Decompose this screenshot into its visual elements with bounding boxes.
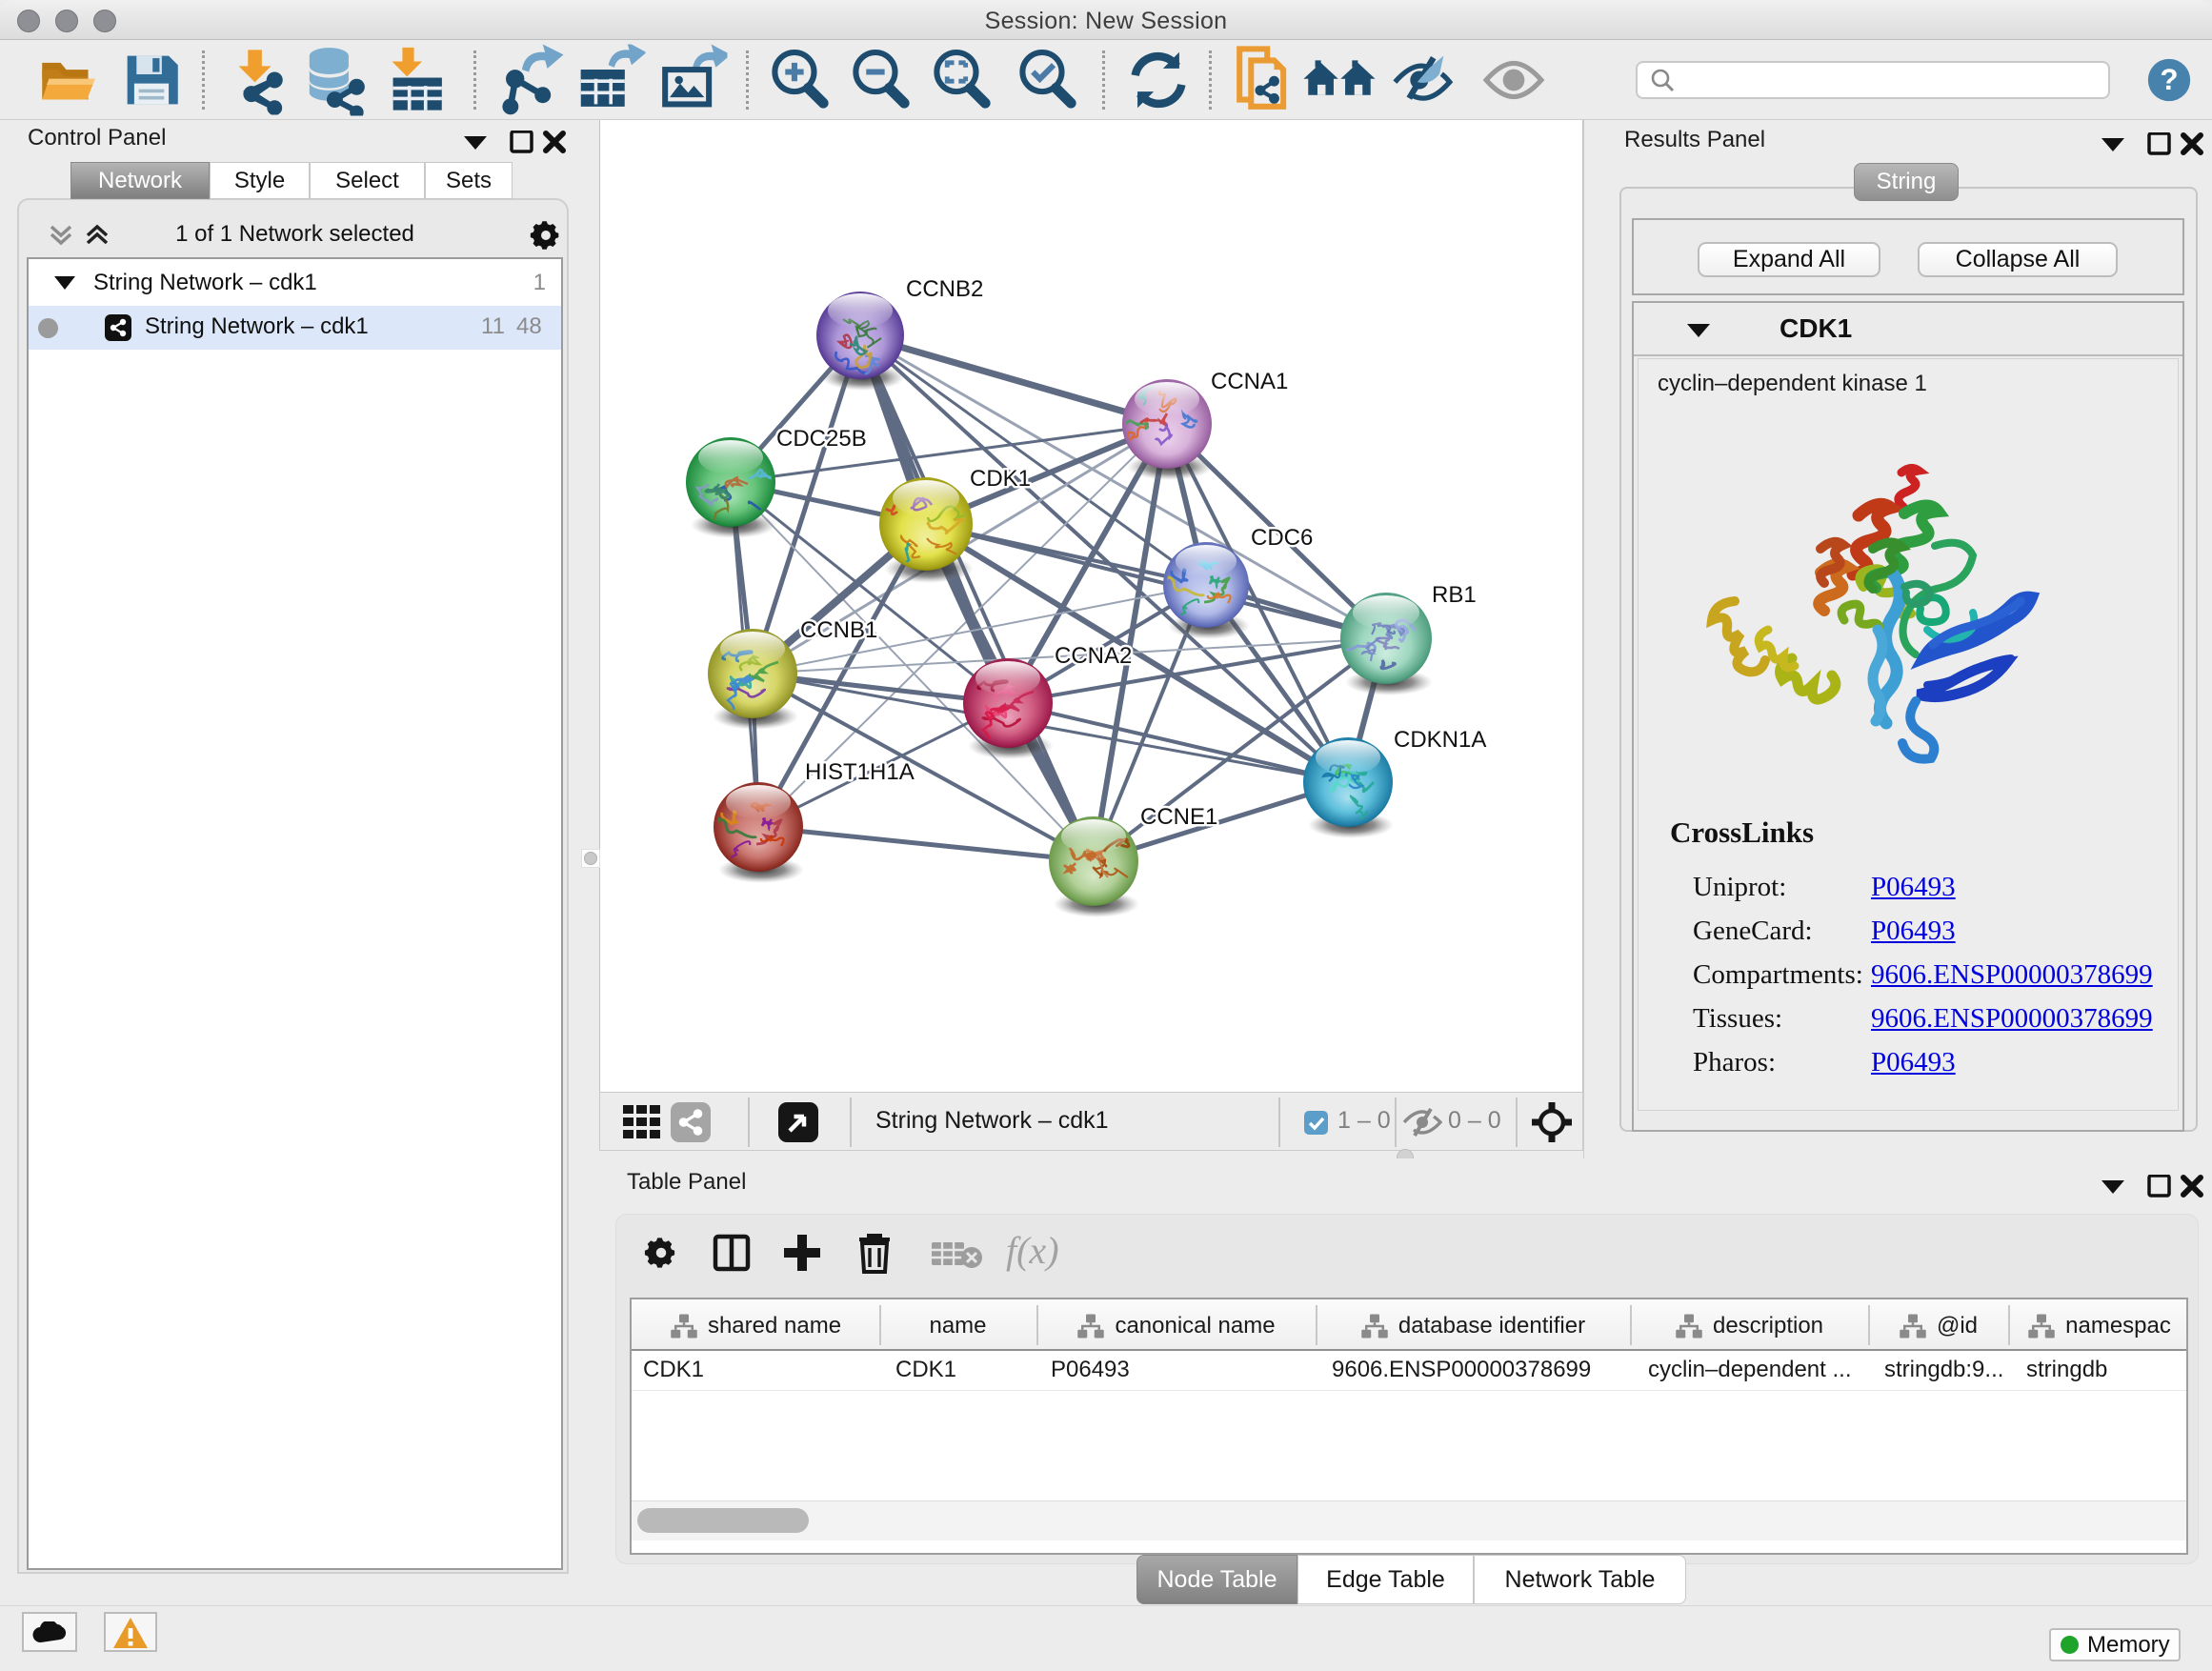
svg-text:CDC25B: CDC25B bbox=[776, 426, 867, 452]
svg-text:HIST1H1A: HIST1H1A bbox=[805, 759, 915, 785]
svg-text:CDC6: CDC6 bbox=[1251, 525, 1313, 551]
svg-text:RB1: RB1 bbox=[1432, 582, 1477, 608]
svg-text:CCNE1: CCNE1 bbox=[1140, 804, 1217, 830]
svg-text:CCNA1: CCNA1 bbox=[1211, 369, 1288, 394]
svg-text:CCNB2: CCNB2 bbox=[906, 276, 983, 302]
svg-text:?: ? bbox=[2160, 63, 2178, 96]
svg-text:CDKN1A: CDKN1A bbox=[1394, 727, 1486, 753]
svg-text:CDK1: CDK1 bbox=[970, 466, 1031, 492]
svg-text:CCNA2: CCNA2 bbox=[1055, 643, 1132, 669]
svg-text:CCNB1: CCNB1 bbox=[800, 617, 877, 643]
